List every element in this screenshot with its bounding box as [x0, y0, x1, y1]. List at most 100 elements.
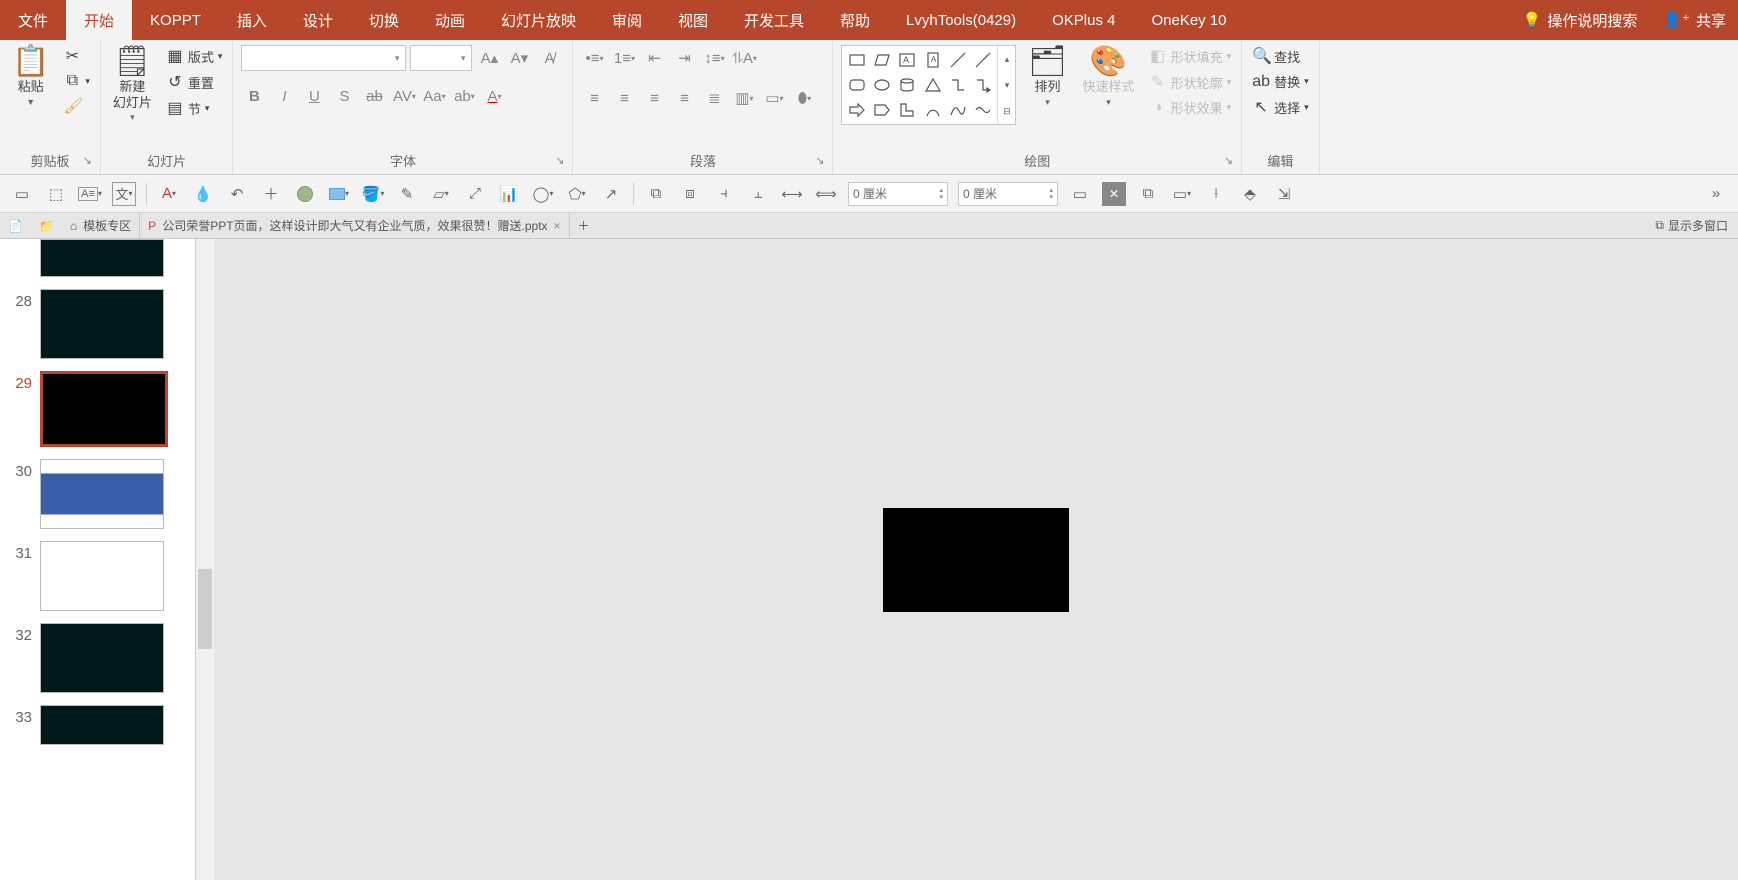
tb-btn-2[interactable]: ⬚: [44, 182, 68, 206]
thumb-32[interactable]: 32: [0, 617, 195, 699]
tb-dist-h-button[interactable]: ⟷: [780, 182, 804, 206]
numbering-button[interactable]: 1≡▾: [611, 45, 637, 71]
select-button[interactable]: ↖选择▾: [1250, 96, 1311, 118]
thumb-28[interactable]: 28: [0, 283, 195, 365]
shape-roundrect-icon[interactable]: [844, 73, 868, 97]
tab-view[interactable]: 视图: [660, 0, 726, 40]
tb-pen-button[interactable]: ✎: [395, 182, 419, 206]
tb-arrow-button[interactable]: ↗: [599, 182, 623, 206]
file-tab[interactable]: P 公司荣誉PPT页面，这样设计即大气又有企业气质，效果很赞！赠送.pptx ×: [140, 213, 569, 238]
tb-text-align-button[interactable]: A≡▾: [78, 182, 102, 206]
slide-editor[interactable]: [214, 239, 1738, 880]
layout-button[interactable]: ▦版式▾: [164, 45, 225, 67]
decrease-font-button[interactable]: A▾: [506, 45, 532, 71]
copy-button[interactable]: ⧉▾: [61, 71, 92, 91]
close-tab-icon[interactable]: ×: [554, 219, 561, 233]
italic-button[interactable]: I: [271, 83, 297, 109]
drawing-launcher-icon[interactable]: ↘: [1224, 154, 1233, 167]
shape-wave-icon[interactable]: [971, 98, 995, 122]
tb-chart-button[interactable]: 📊: [497, 182, 521, 206]
font-family-combo[interactable]: ▾: [241, 45, 406, 71]
tb-paint-button[interactable]: 🪣▾: [361, 182, 385, 206]
distribute-button[interactable]: ≣: [701, 85, 727, 111]
align-center-button[interactable]: ≡: [611, 85, 637, 111]
bullets-button[interactable]: •≡▾: [581, 45, 607, 71]
cut-button[interactable]: ✂: [61, 45, 92, 67]
align-left-button[interactable]: ≡: [581, 85, 607, 111]
shape-lshape-icon[interactable]: [895, 98, 919, 122]
shape-rect-icon[interactable]: [844, 48, 868, 72]
shape-effects-button[interactable]: ◑形状效果▾: [1147, 97, 1234, 118]
tb-more3-button[interactable]: ⇲: [1272, 182, 1296, 206]
thumb-scrollbar[interactable]: [196, 239, 214, 880]
new-slide-button[interactable]: 🗒 新建 幻灯片 ▾: [109, 45, 156, 125]
paragraph-launcher-icon[interactable]: ↘: [815, 154, 824, 167]
tb-ungroup-button[interactable]: ⧈: [678, 182, 702, 206]
doc-folder-button[interactable]: 📁: [31, 219, 62, 233]
columns-button[interactable]: ▥▾: [731, 85, 757, 111]
reset-button[interactable]: ↺重置: [164, 71, 225, 93]
tb-distribute-button[interactable]: ⫠: [746, 182, 770, 206]
tb-shape-button[interactable]: ⬠▾: [565, 182, 589, 206]
thumb-27-partial[interactable]: [0, 239, 195, 283]
find-button[interactable]: 🔍查找: [1250, 45, 1311, 67]
tb-circles-button[interactable]: ◯▾: [531, 182, 555, 206]
font-size-combo[interactable]: ▾: [410, 45, 472, 71]
tab-slideshow[interactable]: 幻灯片放映: [483, 0, 594, 40]
replace-button[interactable]: ab替换▾: [1250, 71, 1311, 92]
current-slide-canvas[interactable]: [883, 508, 1069, 612]
shape-oval-icon[interactable]: [870, 73, 894, 97]
tb-more2-button[interactable]: ⬘: [1238, 182, 1262, 206]
doc-list-button[interactable]: 📄: [0, 219, 31, 233]
tab-animation[interactable]: 动画: [417, 0, 483, 40]
tb-highlight-button[interactable]: ▱▾: [429, 182, 453, 206]
align-text-button[interactable]: ▭▾: [761, 85, 787, 111]
shape-line-icon[interactable]: [946, 48, 970, 72]
indent-decrease-button[interactable]: ⇤: [641, 45, 667, 71]
gallery-more-icon[interactable]: ⊟: [998, 98, 1015, 124]
shape-elbow-arrow-icon[interactable]: [971, 73, 995, 97]
new-tab-button[interactable]: ＋: [570, 217, 598, 234]
tab-file[interactable]: 文件: [0, 0, 66, 40]
shape-arrow-line-icon[interactable]: [971, 48, 995, 72]
tb-undo-button[interactable]: ↶: [225, 182, 249, 206]
multi-window-button[interactable]: ⧉ 显示多窗口: [1645, 217, 1738, 234]
strike-button[interactable]: ab: [361, 83, 387, 109]
tb-layers-button[interactable]: ⧉: [1136, 182, 1160, 206]
tab-review[interactable]: 审阅: [594, 0, 660, 40]
tb-group-button[interactable]: ⧉: [644, 182, 668, 206]
shape-vtextbox-icon[interactable]: A: [920, 48, 944, 72]
scrollbar-thumb[interactable]: [198, 569, 212, 649]
change-case-button[interactable]: Aa▾: [421, 83, 447, 109]
shapes-gallery[interactable]: A A ▴: [841, 45, 1016, 125]
format-painter-button[interactable]: 🖌: [61, 95, 92, 117]
increase-font-button[interactable]: A▴: [476, 45, 502, 71]
shape-cylinder-icon[interactable]: [895, 73, 919, 97]
tab-developer[interactable]: 开发工具: [726, 0, 822, 40]
justify-button[interactable]: ≡: [671, 85, 697, 111]
tell-me-search[interactable]: 💡 操作说明搜索: [1509, 0, 1652, 40]
font-color-button[interactable]: A▾: [481, 83, 507, 109]
section-button[interactable]: ▤节▾: [164, 97, 225, 119]
tb-delete-button[interactable]: ✕: [1102, 182, 1126, 206]
indent-increase-button[interactable]: ⇥: [671, 45, 697, 71]
tb-font-color-button[interactable]: A▾: [157, 182, 181, 206]
shape-parallelogram-icon[interactable]: [870, 48, 894, 72]
paste-button[interactable]: 📋 粘贴 ▼: [8, 45, 53, 109]
tb-text-button[interactable]: 文▾: [112, 182, 136, 206]
tab-home[interactable]: 开始: [66, 0, 132, 40]
shadow-button[interactable]: S: [331, 83, 357, 109]
font-launcher-icon[interactable]: ↘: [555, 154, 564, 167]
shape-elbow-icon[interactable]: [946, 73, 970, 97]
char-spacing-button[interactable]: AV▾: [391, 83, 417, 109]
tb-dropper2-button[interactable]: ⤢: [463, 182, 487, 206]
tab-design[interactable]: 设计: [285, 0, 351, 40]
line-spacing-button[interactable]: ↕≡▾: [701, 45, 727, 71]
tb-oval-fill-button[interactable]: [293, 182, 317, 206]
tab-koppt[interactable]: KOPPT: [132, 0, 219, 40]
tb-align-button[interactable]: ⫞: [712, 182, 736, 206]
align-right-button[interactable]: ≡: [641, 85, 667, 111]
tb-border-button[interactable]: ▭▾: [1170, 182, 1194, 206]
tb-add-button[interactable]: ＋: [259, 182, 283, 206]
thumb-30[interactable]: 30: [0, 453, 195, 535]
